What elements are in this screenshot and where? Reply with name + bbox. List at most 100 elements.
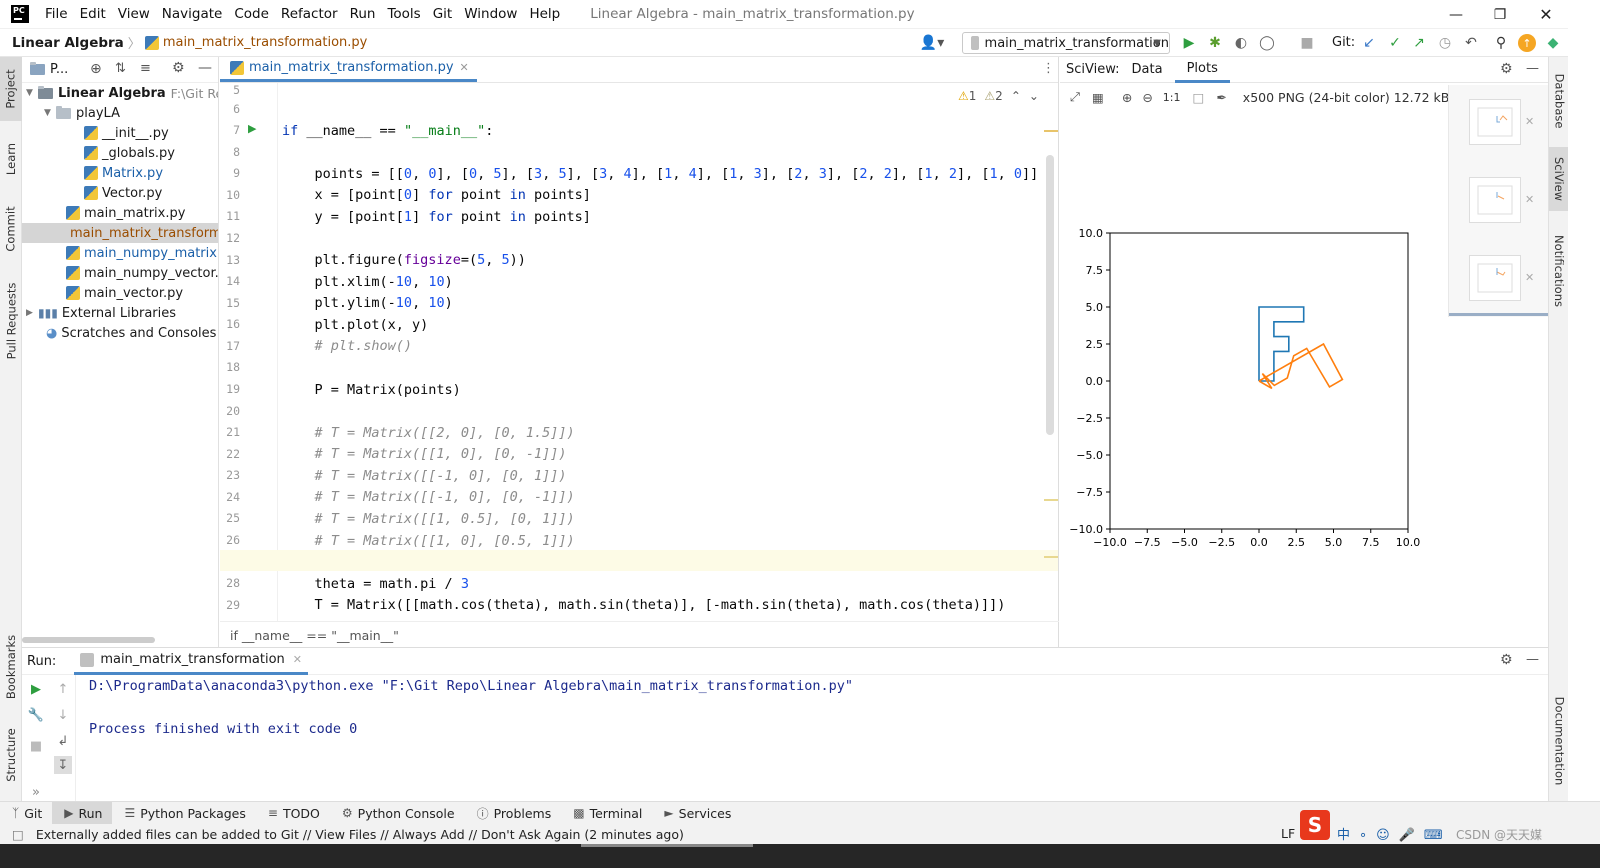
scroll-to-end-icon[interactable]: ↧ (54, 756, 72, 774)
stop-icon[interactable]: ■ (27, 737, 45, 755)
tree-item-vector[interactable]: Vector.py (84, 183, 162, 203)
menu-refactor[interactable]: Refactor (275, 6, 344, 22)
update-icon[interactable]: ↑ (1518, 34, 1536, 52)
wrench-icon[interactable]: 🔧 (27, 706, 45, 724)
menu-navigate[interactable]: Navigate (156, 6, 229, 22)
menu-run[interactable]: Run (344, 6, 382, 22)
status-message[interactable]: Externally added files can be added to G… (36, 827, 684, 842)
line-separator[interactable]: LF (1281, 826, 1295, 841)
tool-tab-structure[interactable]: Structure (0, 717, 22, 793)
menu-tools[interactable]: Tools (381, 6, 426, 22)
tree-item-main-numpy-vector[interactable]: main_numpy_vector.py (66, 263, 218, 283)
menu-file[interactable]: File (39, 6, 74, 22)
more-options-icon[interactable]: ⋮ (1042, 61, 1055, 76)
collapse-all-icon[interactable]: ≡ (140, 61, 151, 76)
run-icon[interactable]: ▶ (1180, 34, 1198, 52)
horizontal-scrollbar[interactable] (22, 637, 155, 643)
fit-zoom-icon[interactable]: □ (1193, 90, 1205, 105)
warning-marker[interactable] (1044, 499, 1058, 501)
grid-icon[interactable]: ▦ (1092, 90, 1104, 105)
run-gutter-icon[interactable]: ▶ (248, 122, 256, 135)
up-arrow-icon[interactable]: ↑ (54, 680, 72, 698)
tool-window-terminal[interactable]: ▩ Terminal (561, 802, 652, 825)
tab-data[interactable]: Data (1120, 57, 1175, 83)
breadcrumb-file[interactable]: main_matrix_transformation.py (163, 35, 368, 50)
hide-panel-icon[interactable]: — (1526, 61, 1539, 76)
user-icon[interactable]: 👤▾ (918, 34, 946, 52)
tool-window-python-packages[interactable]: ☰ Python Packages (112, 802, 255, 825)
rollback-icon[interactable]: ↶ (1462, 34, 1480, 52)
locate-icon[interactable]: ⊕ (90, 61, 102, 77)
tree-item-globals[interactable]: _globals.py (84, 143, 175, 163)
gear-icon[interactable]: ⚙ (1500, 61, 1513, 77)
tree-item-main-vector[interactable]: main_vector.py (66, 283, 183, 303)
close-tab-icon[interactable]: ✕ (293, 653, 302, 666)
tool-tab-project[interactable]: Project (0, 57, 22, 121)
restore-button[interactable]: ❐ (1478, 0, 1522, 29)
tree-item-main-matrix[interactable]: main_matrix.py (66, 203, 185, 223)
color-picker-icon[interactable]: ✒ (1216, 90, 1226, 105)
gear-icon[interactable]: ⚙ (172, 60, 185, 76)
soft-wrap-icon[interactable]: ↲ (54, 732, 72, 750)
debug-icon[interactable]: ✱ (1206, 34, 1224, 52)
gear-icon[interactable]: ⚙ (1500, 652, 1513, 668)
rerun-icon[interactable]: ▶ (27, 680, 45, 698)
close-window-button[interactable]: ✕ (1524, 0, 1568, 29)
menu-git[interactable]: Git (427, 6, 459, 22)
tool-window-run[interactable]: ▶ Run (52, 801, 113, 825)
tool-window-services[interactable]: ► Services (652, 802, 741, 825)
coverage-icon[interactable]: ◐ (1232, 34, 1250, 52)
tool-tab-commit[interactable]: Commit (0, 197, 22, 261)
tool-window-problems[interactable]: ⓘ Problems (465, 802, 562, 825)
tool-tab-bookmarks[interactable]: Bookmarks (0, 627, 22, 707)
tool-tab-documentation[interactable]: Documentation (1549, 691, 1569, 791)
tool-tab-learn[interactable]: Learn (0, 131, 22, 187)
tool-window-git[interactable]: ᛉ Git (0, 802, 52, 825)
tool-window-python-console[interactable]: ⚙ Python Console (330, 802, 465, 825)
tool-tab-notifications[interactable]: Notifications (1549, 223, 1569, 319)
history-icon[interactable]: ◷ (1436, 34, 1454, 52)
tree-item-playla[interactable]: ▼ playLA (44, 103, 120, 123)
tree-item-main-numpy-matrix[interactable]: main_numpy_matrix.py (66, 243, 218, 263)
tree-item-external-libraries[interactable]: ▶ ▮▮▮ External Libraries (26, 303, 176, 323)
warning-marker[interactable] (1044, 130, 1058, 132)
plot-thumbnail[interactable] (1469, 99, 1521, 145)
profile-icon[interactable]: ◯ (1258, 34, 1276, 52)
run-configuration-select[interactable]: main_matrix_transformation ▼ (962, 32, 1170, 54)
close-thumbnail-icon[interactable]: ✕ (1525, 271, 1534, 284)
hide-panel-icon[interactable]: — (198, 60, 212, 76)
more-icon[interactable]: » (27, 783, 45, 801)
tree-item-init[interactable]: __init__.py (84, 123, 169, 143)
run-tab[interactable]: main_matrix_transformation ✕ (74, 648, 308, 675)
git-push-icon[interactable]: ↗ (1410, 34, 1428, 52)
fit-icon[interactable]: ⤢ (1070, 89, 1080, 105)
tool-tab-sciview[interactable]: SciView (1549, 147, 1569, 211)
git-update-icon[interactable]: ↙ (1360, 34, 1378, 52)
plot-thumbnail[interactable] (1469, 255, 1521, 301)
plot-thumbnail[interactable] (1469, 177, 1521, 223)
zoom-in-icon[interactable]: ⊕ (1122, 90, 1132, 105)
tool-window-todo[interactable]: ≡ TODO (256, 802, 330, 825)
ime-tray-icons[interactable]: 中∘☺🎤⌨ (1337, 824, 1452, 843)
close-thumbnail-icon[interactable]: ✕ (1525, 193, 1534, 206)
plugin-icon[interactable]: ◆ (1544, 34, 1562, 52)
tree-root-item[interactable]: ▼ Linear Algebra F:\Git Repo (26, 83, 218, 103)
expand-all-icon[interactable]: ⇅ (115, 61, 126, 76)
editor-breadcrumb[interactable]: if __name__ == "__main__" (220, 621, 1059, 647)
menu-window[interactable]: Window (458, 6, 523, 22)
menu-view[interactable]: View (112, 6, 156, 22)
tree-item-scratches[interactable]: ◕ Scratches and Consoles (46, 323, 216, 343)
warning-marker[interactable] (1044, 556, 1058, 558)
close-thumbnail-icon[interactable]: ✕ (1525, 115, 1534, 128)
vertical-scrollbar[interactable] (1046, 155, 1054, 435)
git-commit-icon[interactable]: ✓ (1386, 34, 1404, 52)
input-method-icon[interactable]: S (1300, 810, 1330, 840)
hide-panel-icon[interactable]: — (1526, 652, 1539, 667)
actual-size-button[interactable]: 1:1 (1163, 91, 1181, 104)
tab-main-matrix-transformation[interactable]: main_matrix_transformation.py ✕ (220, 56, 477, 82)
menu-help[interactable]: Help (523, 6, 566, 22)
menu-code[interactable]: Code (228, 6, 275, 22)
tool-tab-pull-requests[interactable]: Pull Requests (0, 271, 22, 371)
down-arrow-icon[interactable]: ↓ (54, 706, 72, 724)
menu-edit[interactable]: Edit (74, 6, 112, 22)
